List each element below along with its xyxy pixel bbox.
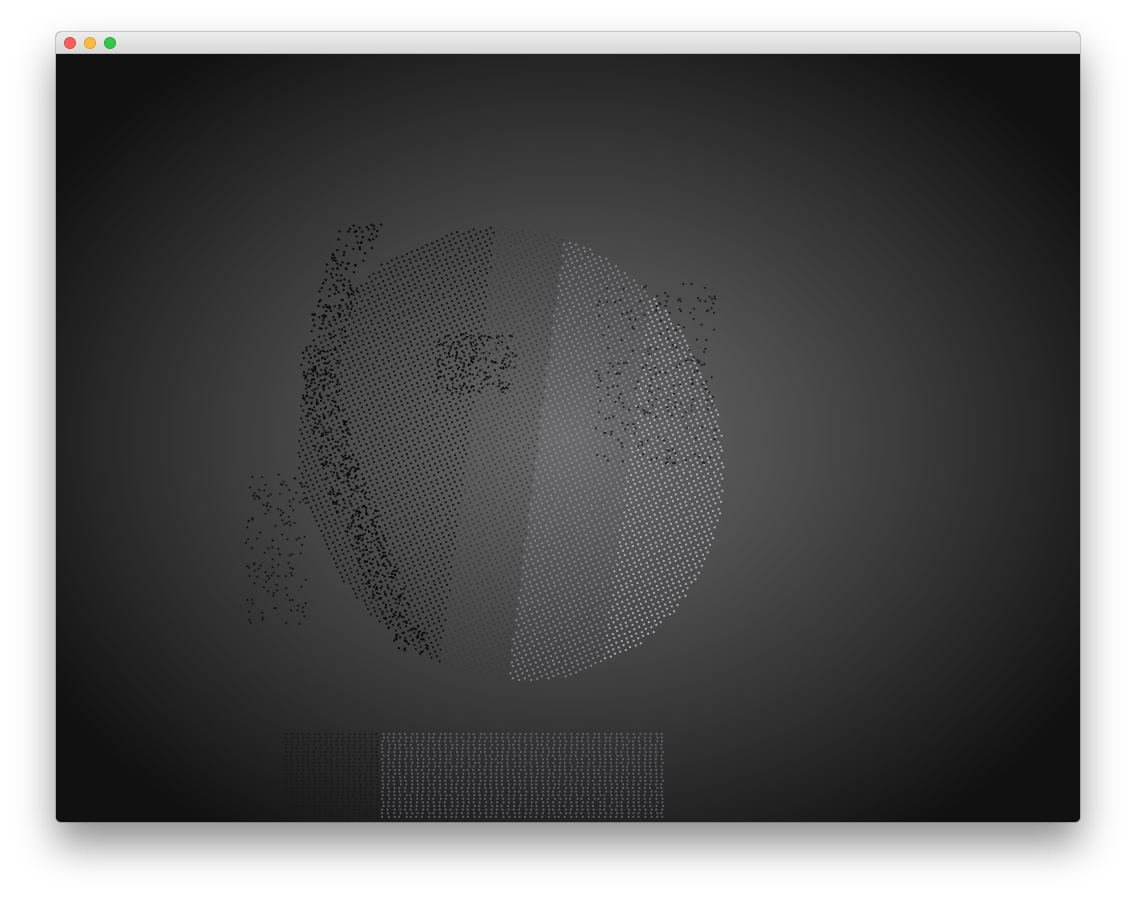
zoom-button[interactable] bbox=[104, 37, 116, 49]
3d-viewport[interactable] bbox=[56, 54, 1080, 822]
app-window bbox=[56, 32, 1080, 822]
title-bar[interactable] bbox=[56, 32, 1080, 54]
minimize-button[interactable] bbox=[84, 37, 96, 49]
point-cloud[interactable] bbox=[56, 54, 1080, 822]
close-button[interactable] bbox=[64, 37, 76, 49]
